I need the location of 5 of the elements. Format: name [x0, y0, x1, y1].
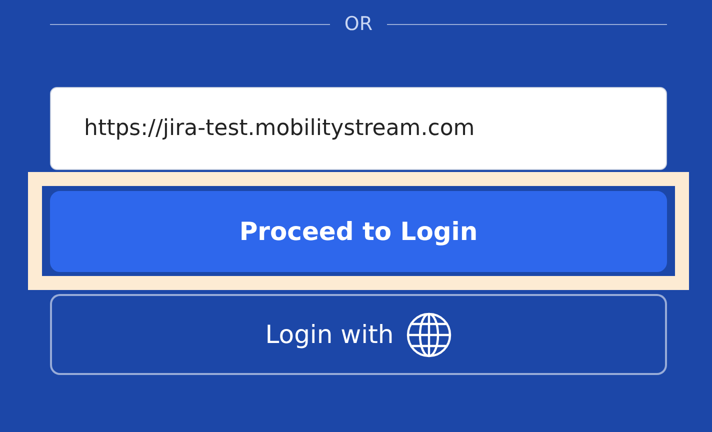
globe-icon — [406, 312, 452, 358]
url-field[interactable]: https://jira-test.mobilitystream.com — [50, 87, 667, 170]
login-button[interactable]: Login with — [50, 294, 667, 375]
proceed-button[interactable]: Proceed to Login — [50, 191, 667, 272]
divider-label: OR — [344, 13, 373, 35]
